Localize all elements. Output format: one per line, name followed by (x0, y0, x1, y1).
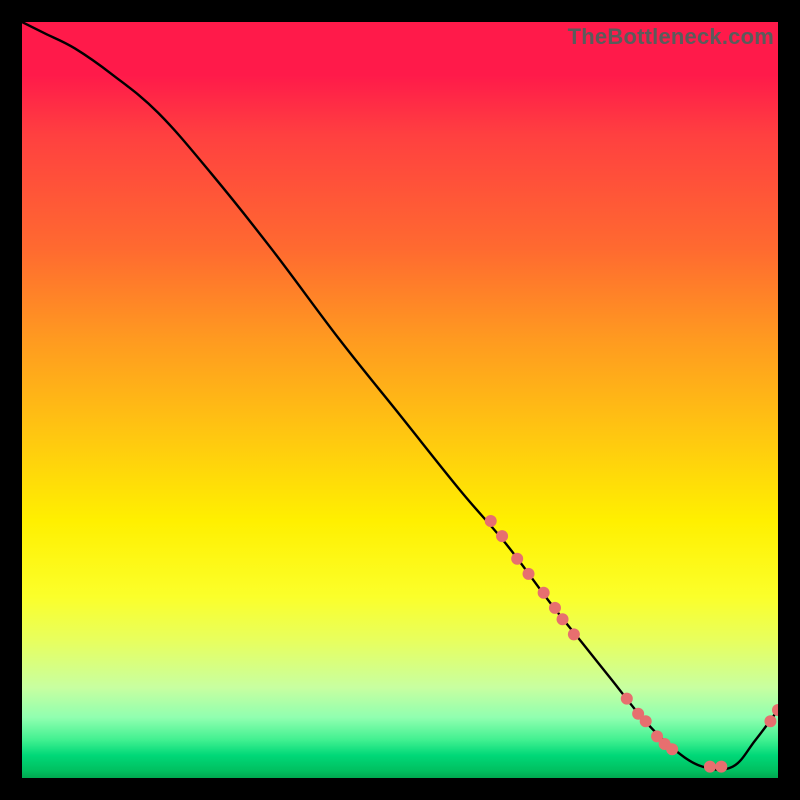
data-marker (568, 628, 580, 640)
chart-stage: TheBottleneck.com (0, 0, 800, 800)
data-marker (666, 743, 678, 755)
bottleneck-curve (22, 22, 778, 770)
data-marker (772, 704, 778, 716)
data-marker (621, 693, 633, 705)
data-marker (715, 761, 727, 773)
chart-svg (22, 22, 778, 778)
data-marker (496, 530, 508, 542)
data-marker (764, 715, 776, 727)
data-marker (485, 515, 497, 527)
plot-area: TheBottleneck.com (22, 22, 778, 778)
data-marker (511, 553, 523, 565)
data-marker (523, 568, 535, 580)
data-marker (549, 602, 561, 614)
marker-group (485, 515, 778, 773)
data-marker (640, 715, 652, 727)
data-marker (704, 761, 716, 773)
data-marker (557, 613, 569, 625)
data-marker (538, 587, 550, 599)
